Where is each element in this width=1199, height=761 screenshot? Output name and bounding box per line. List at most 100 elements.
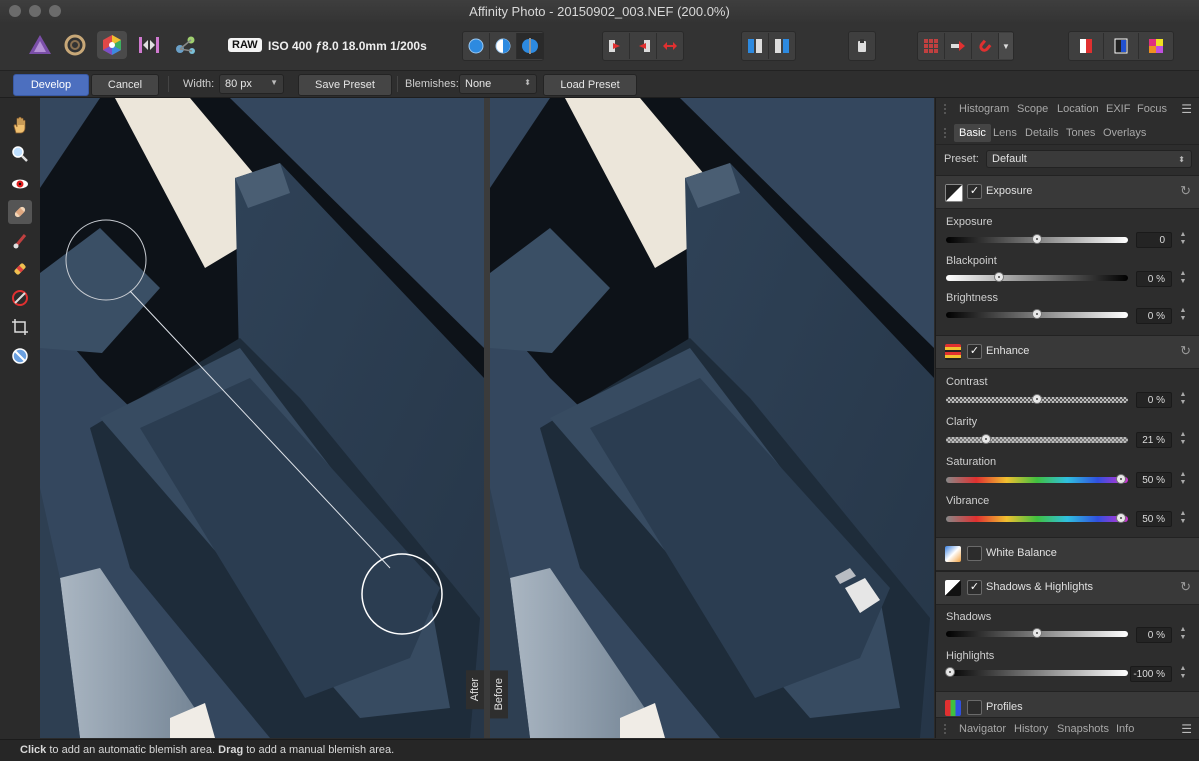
reset-icon[interactable]: ↻: [1180, 579, 1191, 595]
colour-studio-icon[interactable]: [1139, 33, 1173, 59]
slider-knob[interactable]: [1115, 513, 1126, 523]
slider-knob[interactable]: [1032, 309, 1042, 319]
stepper-icon[interactable]: ▲ ▼: [1178, 626, 1188, 644]
saturation-slider[interactable]: [946, 474, 1128, 484]
shadows-slider[interactable]: [946, 628, 1128, 638]
reset-icon[interactable]: ↻: [1180, 183, 1191, 199]
stepper-icon[interactable]: ▲ ▼: [1178, 431, 1188, 449]
blemishes-dropdown[interactable]: None ⬍: [459, 74, 537, 94]
blackpoint-slider[interactable]: [946, 272, 1128, 282]
save-preset-button[interactable]: Save Preset: [298, 74, 392, 96]
liquify-persona-icon[interactable]: [61, 31, 89, 59]
clarity-value[interactable]: 21 %: [1136, 432, 1172, 448]
tab-overlays[interactable]: Overlays: [1103, 127, 1146, 139]
mirror-view-icon[interactable]: [517, 33, 543, 59]
red-eye-tool-icon[interactable]: [8, 172, 32, 196]
clip-warning-icon[interactable]: [849, 33, 875, 59]
profiles-checkbox[interactable]: [967, 700, 982, 715]
enhance-checkbox[interactable]: ✓: [967, 344, 982, 359]
hand-tool-icon[interactable]: [8, 113, 32, 137]
stepper-icon[interactable]: ▲ ▼: [1178, 510, 1188, 528]
move-overlay-icon[interactable]: [945, 33, 972, 59]
magnet-icon[interactable]: [972, 33, 999, 59]
exposure-slider[interactable]: [946, 234, 1128, 244]
slider-knob[interactable]: [1032, 628, 1042, 638]
cancel-button[interactable]: Cancel: [91, 74, 159, 96]
tab-scope[interactable]: Scope: [1017, 103, 1048, 115]
after-view[interactable]: [40, 98, 484, 738]
vibrance-value[interactable]: 50 %: [1136, 511, 1172, 527]
shadows-value[interactable]: 0 %: [1136, 627, 1172, 643]
zoom-tool-icon[interactable]: [8, 142, 32, 166]
contrast-slider[interactable]: [946, 394, 1128, 404]
blemish-removal-tool-icon[interactable]: [8, 200, 32, 224]
photo-persona-icon[interactable]: [26, 31, 54, 59]
tab-snapshots[interactable]: Snapshots: [1057, 723, 1109, 735]
stepper-icon[interactable]: ▲ ▼: [1178, 665, 1188, 683]
tab-exif[interactable]: EXIF: [1106, 103, 1130, 115]
grid-icon[interactable]: [918, 33, 945, 59]
stepper-icon[interactable]: ▲ ▼: [1178, 307, 1188, 325]
panel-menu-icon[interactable]: ☰: [1181, 102, 1192, 116]
tab-lens[interactable]: Lens: [993, 127, 1017, 139]
tone-mapping-persona-icon[interactable]: [135, 31, 163, 59]
highlights-slider[interactable]: [944, 667, 1128, 677]
canvas[interactable]: After Before: [40, 98, 934, 738]
panel-menu-icon[interactable]: ☰: [1181, 722, 1192, 736]
saturation-value[interactable]: 50 %: [1136, 472, 1172, 488]
right-studio-icon[interactable]: [1104, 33, 1139, 59]
load-preset-button[interactable]: Load Preset: [543, 74, 637, 96]
exposure-section[interactable]: ✓ Exposure ↻: [936, 175, 1199, 209]
slider-knob[interactable]: [944, 667, 955, 677]
preset-dropdown[interactable]: Default ⬍: [986, 150, 1192, 168]
grip-handle[interactable]: [944, 128, 951, 138]
stepper-icon[interactable]: ▲ ▼: [1178, 391, 1188, 409]
white-balance-section[interactable]: White Balance: [936, 537, 1199, 571]
grip-handle[interactable]: [944, 104, 951, 114]
develop-button[interactable]: Develop: [13, 74, 89, 96]
tab-info[interactable]: Info: [1116, 723, 1134, 735]
white-balance-picker-icon[interactable]: [8, 286, 32, 310]
export-persona-icon[interactable]: [172, 31, 200, 59]
tab-history[interactable]: History: [1014, 723, 1048, 735]
stacked-view-icon[interactable]: [769, 33, 795, 59]
white-balance-checkbox[interactable]: [967, 546, 982, 561]
slider-knob[interactable]: [993, 272, 1004, 282]
clarity-slider[interactable]: [946, 434, 1128, 444]
stepper-icon[interactable]: ▲ ▼: [1178, 270, 1188, 288]
vibrance-slider[interactable]: [946, 513, 1128, 523]
stepper-icon[interactable]: ▲ ▼: [1178, 231, 1188, 249]
tab-focus[interactable]: Focus: [1137, 103, 1167, 115]
shadows-highlights-section[interactable]: ✓ Shadows & Highlights ↻: [936, 571, 1199, 605]
tab-details[interactable]: Details: [1025, 127, 1059, 139]
blackpoint-value[interactable]: 0 %: [1136, 271, 1172, 287]
copy-right-icon[interactable]: [603, 33, 630, 59]
enhance-section[interactable]: ✓ Enhance ↻: [936, 335, 1199, 369]
side-by-side-icon[interactable]: [742, 33, 769, 59]
before-view[interactable]: [490, 98, 934, 738]
grip-handle[interactable]: [944, 724, 951, 734]
tab-histogram[interactable]: Histogram: [959, 103, 1009, 115]
tab-navigator[interactable]: Navigator: [959, 723, 1006, 735]
shadows-highlights-checkbox[interactable]: ✓: [967, 580, 982, 595]
brightness-value[interactable]: 0 %: [1136, 308, 1172, 324]
tab-basic[interactable]: Basic: [954, 124, 991, 142]
contrast-value[interactable]: 0 %: [1136, 392, 1172, 408]
crop-tool-icon[interactable]: [8, 315, 32, 339]
width-dropdown[interactable]: 80 px ▼: [219, 74, 284, 94]
slider-knob[interactable]: [981, 434, 992, 444]
slider-knob[interactable]: [1115, 474, 1126, 484]
exposure-checkbox[interactable]: ✓: [967, 184, 982, 199]
left-studio-icon[interactable]: [1069, 33, 1104, 59]
copy-left-icon[interactable]: [630, 33, 657, 59]
swap-icon[interactable]: [657, 33, 683, 59]
highlights-value[interactable]: -100 %: [1130, 666, 1172, 682]
brightness-slider[interactable]: [946, 309, 1128, 319]
tab-location[interactable]: Location: [1057, 103, 1099, 115]
overlay-erase-tool-icon[interactable]: [8, 344, 32, 368]
slider-knob[interactable]: [1032, 394, 1042, 404]
single-view-icon[interactable]: [463, 33, 490, 59]
exposure-value[interactable]: 0: [1136, 232, 1172, 248]
slider-knob[interactable]: [1032, 234, 1042, 244]
split-view-icon[interactable]: [490, 33, 517, 59]
